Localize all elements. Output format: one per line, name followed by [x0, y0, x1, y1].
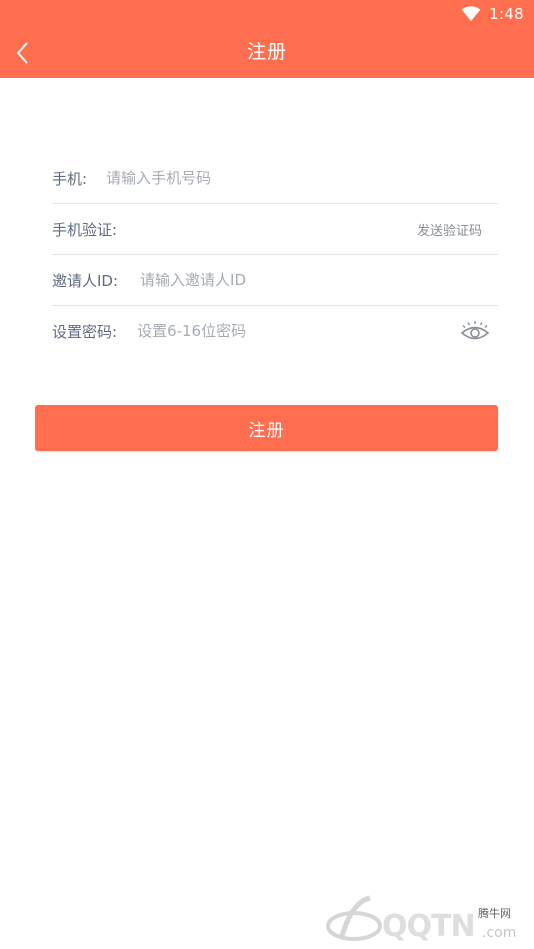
register-form: 手机: 手机验证: 发送验证码 邀请人ID: 设置密码:: [52, 153, 498, 356]
phone-label: 手机:: [52, 169, 88, 188]
inviter-input[interactable]: [140, 271, 498, 289]
watermark-suffix: .com: [482, 925, 517, 941]
code-input[interactable]: [127, 220, 417, 238]
watermark: QQTN 腾牛网 .com: [322, 892, 532, 947]
app-bar: 注册: [0, 28, 534, 78]
code-label: 手机验证:: [52, 220, 118, 239]
password-input[interactable]: [137, 322, 460, 340]
wifi-icon: [461, 6, 481, 22]
status-right: 1:48: [461, 4, 524, 24]
inviter-row: 邀请人ID:: [52, 255, 498, 306]
send-code-button[interactable]: 发送验证码: [417, 220, 482, 239]
inviter-label: 邀请人ID:: [52, 271, 119, 290]
eye-icon[interactable]: [460, 320, 490, 342]
register-button[interactable]: 注册: [35, 405, 498, 451]
phone-input[interactable]: [106, 169, 498, 187]
password-row: 设置密码:: [52, 306, 498, 356]
code-row: 手机验证: 发送验证码: [52, 204, 498, 255]
password-label: 设置密码:: [52, 322, 118, 341]
watermark-small: 腾牛网: [478, 907, 511, 920]
phone-row: 手机:: [52, 153, 498, 204]
status-bar: 1:48: [0, 0, 534, 28]
status-time: 1:48: [489, 5, 524, 23]
page-title: 注册: [246, 41, 287, 63]
watermark-brand: QQTN: [382, 909, 476, 944]
